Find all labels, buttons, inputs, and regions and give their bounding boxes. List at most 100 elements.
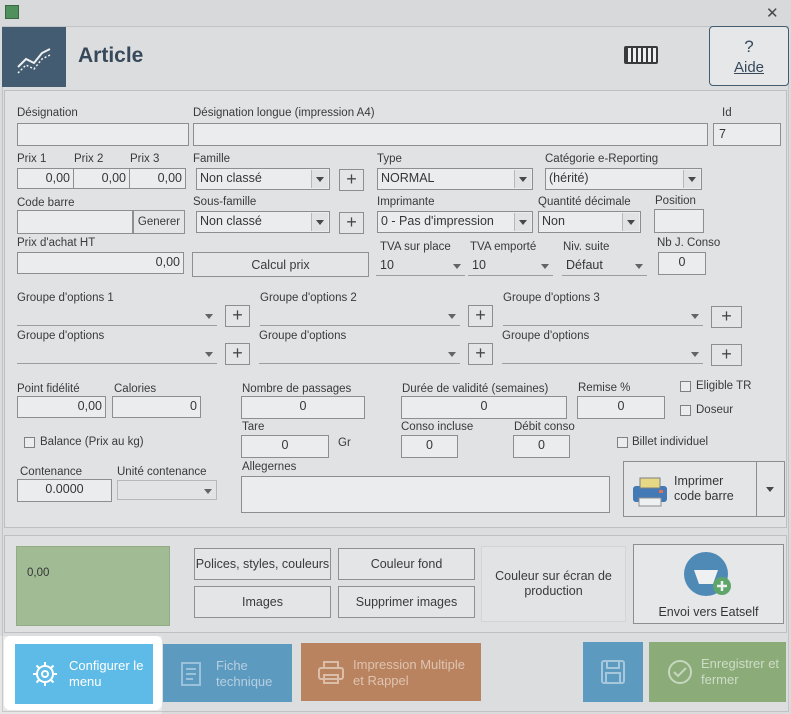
- balance-label: Balance (Prix au kg): [40, 436, 144, 448]
- add-groupe3-button[interactable]: +: [711, 306, 742, 328]
- categorie-select[interactable]: (hérité): [545, 168, 702, 190]
- title-bar: ✕: [0, 0, 791, 26]
- allergenes-input[interactable]: [241, 476, 610, 513]
- sous-famille-label: Sous-famille: [193, 196, 257, 208]
- add-groupe6-button[interactable]: +: [711, 344, 742, 366]
- conso-incluse-input[interactable]: 0: [401, 435, 458, 458]
- position-input[interactable]: [654, 209, 704, 233]
- chevron-down-icon: [514, 170, 531, 188]
- debit-conso-label: Débit conso: [514, 421, 575, 433]
- balance-checkbox[interactable]: [24, 437, 35, 448]
- prix3-input[interactable]: 0,00: [129, 168, 186, 189]
- tare-input[interactable]: 0: [241, 435, 329, 458]
- groupe3-select[interactable]: [503, 306, 703, 326]
- supprimer-images-button[interactable]: Supprimer images: [338, 586, 475, 618]
- code-barre-label: Code barre: [17, 197, 75, 209]
- imprimante-value: 0 - Pas d'impression: [381, 214, 494, 228]
- tva-place-label: TVA sur place: [380, 241, 451, 253]
- add-famille-button[interactable]: +: [339, 169, 364, 191]
- page-title: Article: [78, 44, 144, 67]
- impression-multiple-label: Impression Multiple et Rappel: [353, 657, 465, 688]
- generer-button[interactable]: Generer: [133, 210, 185, 234]
- nb-conso-label: Nb J. Conso: [657, 237, 721, 249]
- save-button[interactable]: [583, 642, 643, 702]
- groupe6-select[interactable]: [502, 344, 703, 364]
- chevron-down-icon: [453, 264, 461, 269]
- categorie-label: Catégorie e-Reporting: [545, 153, 659, 165]
- position-label: Position: [655, 195, 696, 207]
- imprimer-code-barre-label: Imprimer code barre: [674, 474, 734, 503]
- envoi-eatself-button[interactable]: Envoi vers Eatself: [633, 544, 784, 624]
- eligible-tr-checkbox[interactable]: [680, 381, 691, 392]
- type-select[interactable]: NORMAL: [377, 168, 533, 190]
- fiche-technique-button[interactable]: Fiche technique: [163, 644, 292, 702]
- chevron-down-icon: [622, 213, 639, 231]
- chevron-down-icon: [683, 170, 700, 188]
- couleur-fond-button[interactable]: Couleur fond: [338, 548, 475, 580]
- billet-individuel-checkbox[interactable]: [617, 437, 628, 448]
- calories-input[interactable]: 0: [112, 396, 201, 418]
- configurer-menu-button[interactable]: Configurer le menu: [15, 644, 153, 704]
- prix2-input[interactable]: 0,00: [73, 168, 130, 189]
- designation-label: Désignation: [17, 107, 78, 119]
- chevron-down-icon: [766, 487, 774, 492]
- close-icon[interactable]: ✕: [766, 4, 779, 22]
- unite-contenance-select[interactable]: [117, 480, 217, 500]
- couleur-ecran-button[interactable]: Couleur sur écran de production: [481, 546, 626, 622]
- imprimante-select[interactable]: 0 - Pas d'impression: [377, 211, 533, 233]
- enregistrer-fermer-button[interactable]: Enregistrer et fermer: [649, 642, 786, 702]
- sous-famille-select[interactable]: Non classé: [196, 211, 330, 233]
- add-groupe5-button[interactable]: +: [468, 343, 493, 365]
- groupe5-select[interactable]: [259, 344, 460, 364]
- chevron-down-icon: [205, 352, 213, 357]
- contenance-input[interactable]: 0.0000: [17, 479, 112, 502]
- remise-input[interactable]: 0: [577, 396, 665, 419]
- add-groupe4-button[interactable]: +: [225, 343, 250, 365]
- code-barre-input[interactable]: [17, 210, 133, 234]
- imprimer-code-barre-button[interactable]: Imprimer code barre: [623, 461, 757, 517]
- chevron-down-icon: [311, 213, 328, 231]
- conso-incluse-label: Conso incluse: [401, 421, 474, 433]
- calcul-prix-button[interactable]: Calcul prix: [192, 252, 369, 277]
- prix-achat-input[interactable]: 0,00: [17, 252, 184, 274]
- groupe1-select[interactable]: [17, 306, 217, 326]
- groupe4-label: Groupe d'options: [17, 330, 105, 342]
- imprimer-dropdown-button[interactable]: [757, 461, 785, 517]
- gr-label: Gr: [338, 437, 351, 449]
- niv-suite-select[interactable]: Défaut: [562, 256, 647, 276]
- chevron-down-icon: [691, 314, 699, 319]
- groupe4-select[interactable]: [17, 344, 217, 364]
- nombre-passages-input[interactable]: 0: [241, 396, 365, 419]
- debit-conso-input[interactable]: 0: [513, 435, 570, 458]
- nb-conso-input[interactable]: 0: [658, 252, 706, 275]
- prix1-input[interactable]: 0,00: [17, 168, 74, 189]
- designation-input[interactable]: [17, 123, 189, 146]
- help-button[interactable]: ? Aide: [709, 26, 789, 86]
- impression-multiple-button[interactable]: Impression Multiple et Rappel: [301, 643, 481, 701]
- doseur-checkbox[interactable]: [680, 405, 691, 416]
- printer-icon: [318, 661, 344, 684]
- eligible-tr-label: Eligible TR: [696, 380, 752, 392]
- quantite-decimale-value: Non: [542, 214, 565, 228]
- unite-contenance-label: Unité contenance: [117, 466, 207, 478]
- point-fidelite-label: Point fidélité: [17, 383, 80, 395]
- famille-select[interactable]: Non classé: [196, 168, 330, 190]
- add-sous-famille-button[interactable]: +: [339, 212, 364, 234]
- prix2-label: Prix 2: [74, 153, 104, 165]
- quantite-decimale-select[interactable]: Non: [538, 211, 641, 233]
- famille-label: Famille: [193, 153, 231, 165]
- point-fidelite-input[interactable]: 0,00: [17, 396, 106, 418]
- duree-validite-input[interactable]: 0: [401, 396, 567, 419]
- add-groupe1-button[interactable]: +: [225, 305, 250, 327]
- id-input[interactable]: 7: [713, 123, 781, 146]
- tva-place-select[interactable]: 10: [376, 256, 465, 276]
- add-groupe2-button[interactable]: +: [468, 305, 493, 327]
- groupe5-label: Groupe d'options: [259, 330, 347, 342]
- polices-button[interactable]: Polices, styles, couleurs: [194, 548, 331, 580]
- groupe2-select[interactable]: [260, 306, 460, 326]
- designation-longue-input[interactable]: [193, 123, 708, 146]
- keyboard-icon[interactable]: [624, 46, 658, 64]
- images-button[interactable]: Images: [194, 586, 331, 618]
- tva-emporte-select[interactable]: 10: [468, 256, 553, 276]
- chevron-down-icon: [311, 170, 328, 188]
